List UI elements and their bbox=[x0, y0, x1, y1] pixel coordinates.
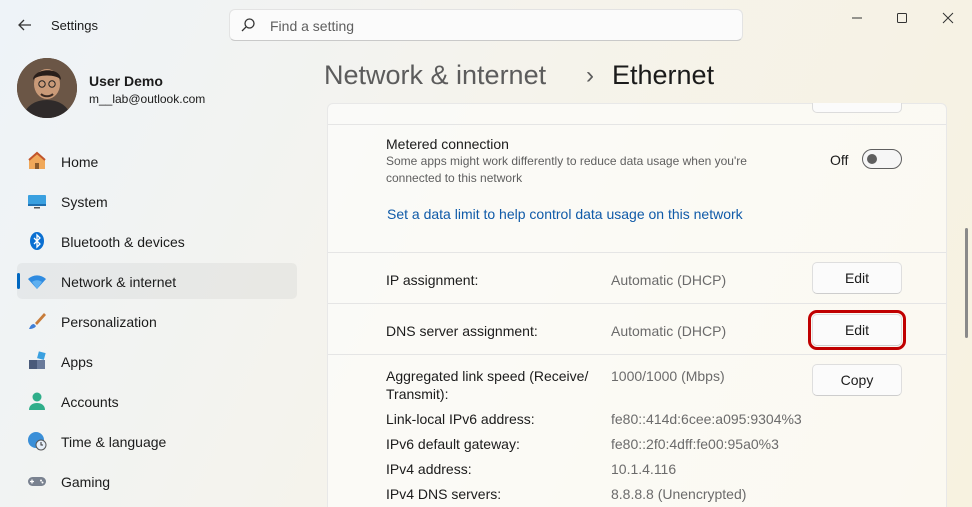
brush-icon bbox=[29, 313, 46, 329]
active-indicator bbox=[17, 273, 20, 289]
sidebar-item-personalization[interactable]: Personalization bbox=[17, 303, 297, 339]
sidebar-item-label: Bluetooth & devices bbox=[61, 234, 185, 250]
data-limit-link[interactable]: Set a data limit to help control data us… bbox=[387, 206, 743, 222]
ip-assignment-label: IP assignment: bbox=[386, 272, 479, 288]
scrollbar-thumb[interactable] bbox=[965, 228, 968, 338]
divider bbox=[328, 354, 946, 355]
dns-assignment-label: DNS server assignment: bbox=[386, 323, 538, 339]
toggle-knob bbox=[867, 154, 877, 164]
copy-button[interactable]: Copy bbox=[812, 364, 902, 396]
metered-connection-description: Some apps might work differently to redu… bbox=[386, 154, 747, 168]
metered-toggle-state: Off bbox=[830, 152, 849, 168]
sidebar-nav: Home System Bluetooth & devices Network … bbox=[17, 143, 297, 503]
property-label: IPv4 address: bbox=[386, 461, 472, 477]
search-box[interactable]: Find a setting bbox=[229, 9, 743, 41]
sidebar-item-bluetooth[interactable]: Bluetooth & devices bbox=[17, 223, 297, 259]
property-value: fe80::414d:6cee:a095:9304%3 bbox=[611, 411, 802, 427]
sidebar-item-label: Personalization bbox=[61, 314, 157, 330]
property-label: IPv6 default gateway: bbox=[386, 436, 520, 452]
sidebar-item-label: Gaming bbox=[61, 474, 111, 490]
sidebar-item-label: System bbox=[61, 194, 108, 210]
back-arrow-icon bbox=[18, 19, 31, 31]
maximize-button[interactable] bbox=[887, 8, 917, 28]
title-bar: Settings Find a setting bbox=[0, 0, 972, 50]
sidebar-item-home[interactable]: Home bbox=[17, 143, 297, 179]
search-input[interactable]: Find a setting bbox=[270, 18, 354, 34]
user-name: User Demo bbox=[89, 73, 163, 89]
property-value: 8.8.8.8 (Unencrypted) bbox=[611, 486, 747, 502]
avatar[interactable] bbox=[17, 58, 77, 118]
sidebar-item-label: Apps bbox=[61, 354, 93, 370]
link-speed-label: Aggregated link speed (Receive/ bbox=[386, 368, 589, 384]
sidebar-item-time-language[interactable]: Time & language bbox=[17, 423, 297, 459]
gamepad-icon bbox=[28, 477, 46, 486]
sidebar-item-apps[interactable]: Apps bbox=[17, 343, 297, 379]
property-label: Link-local IPv6 address: bbox=[386, 411, 535, 427]
close-button[interactable] bbox=[933, 8, 963, 28]
sidebar-item-accounts[interactable]: Accounts bbox=[17, 383, 297, 419]
ip-assignment-edit-button[interactable]: Edit bbox=[812, 262, 902, 294]
property-value: 10.1.4.116 bbox=[611, 461, 677, 477]
property-value: fe80::2f0:4dff:fe00:95a0%3 bbox=[611, 436, 779, 452]
metered-connection-title: Metered connection bbox=[386, 136, 509, 152]
ip-assignment-value: Automatic (DHCP) bbox=[611, 272, 727, 288]
close-icon bbox=[942, 12, 954, 24]
minimize-button[interactable] bbox=[842, 8, 872, 28]
home-icon bbox=[28, 151, 46, 169]
metered-connection-description-2: connected to this network bbox=[386, 171, 523, 185]
apps-icon bbox=[29, 351, 46, 369]
dns-assignment-value: Automatic (DHCP) bbox=[611, 323, 727, 339]
metered-connection-toggle[interactable] bbox=[862, 149, 902, 169]
sidebar-item-gaming[interactable]: Gaming bbox=[17, 463, 297, 499]
maximize-icon bbox=[897, 13, 907, 23]
minimize-icon bbox=[852, 17, 862, 19]
sidebar-item-label: Network & internet bbox=[61, 274, 177, 290]
wifi-icon bbox=[28, 275, 46, 289]
link-speed-value: 1000/1000 (Mbps) bbox=[611, 368, 725, 384]
sidebar-item-network[interactable]: Network & internet bbox=[17, 263, 297, 299]
sidebar-item-system[interactable]: System bbox=[17, 183, 297, 219]
breadcrumb-separator: › bbox=[586, 62, 594, 89]
search-icon bbox=[241, 18, 255, 32]
divider bbox=[328, 252, 946, 253]
app-title: Settings bbox=[51, 18, 98, 33]
user-email: m__lab@outlook.com bbox=[89, 92, 206, 106]
divider bbox=[328, 124, 946, 125]
sidebar-item-label: Home bbox=[61, 154, 99, 170]
user-avatar-icon bbox=[17, 58, 77, 118]
globe-clock-icon bbox=[28, 432, 47, 451]
sidebar-item-label: Time & language bbox=[61, 434, 167, 450]
dns-assignment-edit-button[interactable]: Edit bbox=[808, 310, 906, 350]
property-label: IPv4 DNS servers: bbox=[386, 486, 502, 502]
accounts-icon bbox=[29, 392, 45, 410]
divider bbox=[328, 303, 946, 304]
system-icon bbox=[28, 195, 46, 209]
page-title: Ethernet bbox=[612, 60, 715, 90]
sidebar-item-label: Accounts bbox=[61, 394, 119, 410]
link-speed-label-2: Transmit): bbox=[386, 386, 449, 402]
partially-visible-button[interactable] bbox=[812, 103, 902, 113]
back-button[interactable] bbox=[12, 12, 38, 38]
bluetooth-icon bbox=[30, 232, 44, 250]
breadcrumb-parent[interactable]: Network & internet bbox=[324, 60, 546, 91]
